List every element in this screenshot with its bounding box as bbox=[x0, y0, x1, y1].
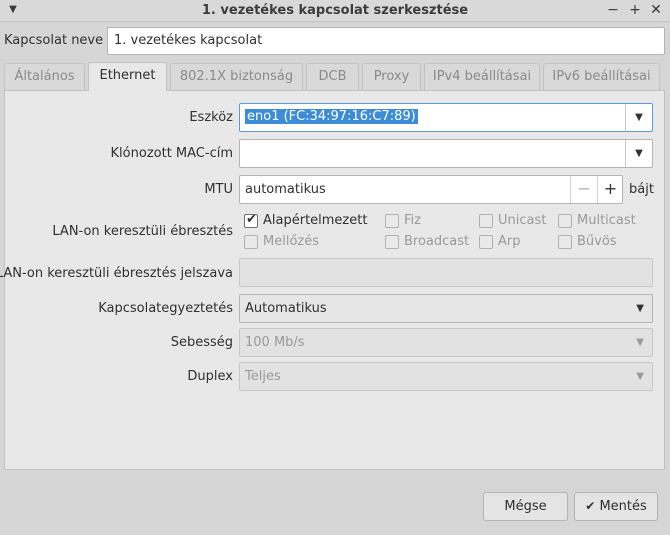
cancel-button[interactable]: Mégse bbox=[483, 492, 568, 521]
mtu-decrement-button[interactable]: − bbox=[570, 176, 597, 203]
duplex-dropdown[interactable]: Teljes ▼ bbox=[239, 362, 653, 391]
mtu-unit: bájt bbox=[629, 182, 654, 197]
chevron-down-icon: ▼ bbox=[636, 371, 644, 382]
wol-ignore-label: Mellőzés bbox=[263, 234, 319, 249]
checkbox-checked-icon[interactable] bbox=[244, 212, 258, 228]
speed-value: 100 Mb/s bbox=[245, 335, 305, 350]
chevron-down-icon[interactable]: ▼ bbox=[625, 104, 652, 131]
wol-phy-label: Fiz bbox=[404, 213, 421, 228]
checkbox-icon[interactable] bbox=[479, 235, 493, 249]
duplex-label: Duplex bbox=[187, 369, 233, 384]
wol-magic-label: Bűvös bbox=[577, 234, 617, 249]
mtu-value[interactable]: automatikus bbox=[245, 182, 326, 197]
connection-name-label: Kapcsolat neve bbox=[4, 33, 104, 48]
device-label: Eszköz bbox=[189, 110, 233, 125]
checkmark-icon: ✔ bbox=[585, 499, 596, 513]
close-icon[interactable]: ✕ bbox=[647, 1, 665, 19]
tab-proxy[interactable]: Proxy bbox=[362, 63, 421, 90]
wol-password-input[interactable] bbox=[239, 258, 653, 287]
cloned-mac-combo[interactable]: ▼ bbox=[239, 139, 653, 168]
device-combo[interactable]: eno1 (FC:34:97:16:C7:89) ▼ bbox=[239, 103, 653, 132]
tab-general[interactable]: Általános bbox=[4, 63, 85, 90]
tab-ipv4-settings[interactable]: IPv4 beállításai bbox=[424, 63, 540, 90]
mtu-spinner[interactable]: automatikus − + bbox=[239, 175, 623, 204]
speed-label: Sebesség bbox=[170, 335, 233, 350]
save-button[interactable]: ✔ Mentés bbox=[574, 492, 658, 521]
window-title: 1. vezetékes kapcsolat szerkesztése bbox=[201, 3, 469, 18]
link-negotiation-value: Automatikus bbox=[245, 301, 327, 316]
link-negotiation-label: Kapcsolategyeztetés bbox=[98, 301, 233, 316]
wol-label: LAN-on keresztüli ébresztés bbox=[52, 224, 233, 239]
wol-broadcast-label: Broadcast bbox=[404, 234, 470, 249]
chevron-down-icon: ▼ bbox=[636, 303, 644, 314]
checkbox-icon[interactable] bbox=[385, 235, 399, 249]
tab-8021x-security[interactable]: 802.1X biztonság bbox=[170, 63, 303, 90]
mtu-label: MTU bbox=[204, 182, 233, 197]
checkbox-icon[interactable] bbox=[244, 235, 258, 249]
tab-dcb[interactable]: DCB bbox=[306, 63, 359, 90]
wol-arp-label: Arp bbox=[498, 234, 521, 249]
wol-unicast-label: Unicast bbox=[498, 213, 547, 228]
wol-multicast-label: Multicast bbox=[577, 213, 636, 228]
connection-name-input[interactable]: 1. vezetékes kapcsolat bbox=[107, 27, 665, 55]
chevron-down-icon[interactable]: ▼ bbox=[625, 140, 652, 167]
tab-ipv6-settings[interactable]: IPv6 beállításai bbox=[543, 63, 660, 90]
link-negotiation-dropdown[interactable]: Automatikus ▼ bbox=[239, 294, 653, 323]
connection-editor-window: ▼ 1. vezetékes kapcsolat szerkesztése − … bbox=[0, 0, 670, 535]
title-bar[interactable]: ▼ 1. vezetékes kapcsolat szerkesztése − … bbox=[0, 0, 670, 22]
tab-ethernet[interactable]: Ethernet bbox=[88, 62, 167, 91]
checkbox-icon[interactable] bbox=[479, 214, 493, 228]
minimize-icon[interactable]: − bbox=[604, 1, 622, 19]
checkbox-icon[interactable] bbox=[558, 214, 572, 228]
wol-password-label: LAN-on keresztüli ébresztés jelszava bbox=[0, 266, 233, 281]
checkbox-icon[interactable] bbox=[558, 235, 572, 249]
maximize-icon[interactable]: + bbox=[626, 1, 644, 19]
checkbox-icon[interactable] bbox=[385, 214, 399, 228]
speed-dropdown[interactable]: 100 Mb/s ▼ bbox=[239, 328, 653, 357]
wol-default-label: Alapértelmezett bbox=[263, 213, 368, 228]
mtu-increment-button[interactable]: + bbox=[597, 176, 623, 203]
save-button-label: Mentés bbox=[599, 499, 647, 514]
cloned-mac-label: Klónozott MAC-cím bbox=[110, 146, 233, 161]
duplex-value: Teljes bbox=[245, 369, 281, 384]
chevron-down-icon: ▼ bbox=[636, 337, 644, 348]
device-value[interactable]: eno1 (FC:34:97:16:C7:89) bbox=[245, 109, 418, 124]
